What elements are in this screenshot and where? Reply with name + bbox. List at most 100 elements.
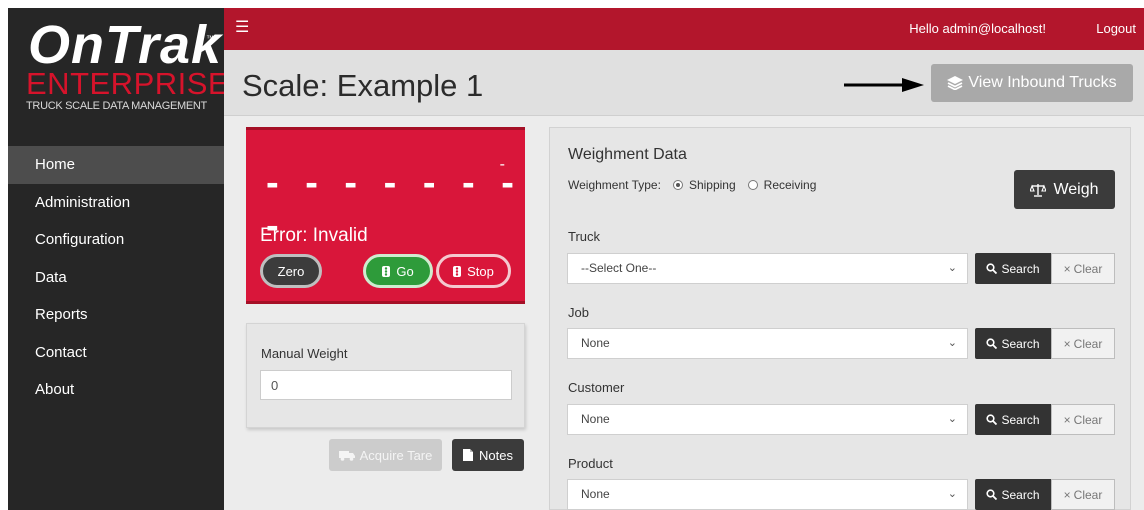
- sidebar-item-label: Administration: [35, 193, 131, 211]
- weighment-type-label: Weighment Type:: [568, 178, 661, 192]
- zero-button[interactable]: Zero: [260, 254, 322, 288]
- manual-weight-label: Manual Weight: [261, 346, 348, 361]
- sidebar-item-configuration[interactable]: Configuration: [8, 221, 224, 259]
- top-bar: ☰ Hello admin@localhost! Logout: [224, 8, 1144, 50]
- go-label: Go: [396, 263, 414, 279]
- job-clear-button[interactable]: × Clear: [1051, 328, 1115, 359]
- page-title: Scale: Example 1: [242, 68, 484, 103]
- search-icon: [986, 263, 998, 274]
- layers-icon: [947, 76, 964, 90]
- chevron-down-icon: ⌄: [947, 337, 957, 349]
- acquire-tare-button[interactable]: Acquire Tare: [329, 439, 442, 471]
- sidebar-item-label: Data: [35, 268, 67, 286]
- close-icon: ×: [1063, 261, 1071, 276]
- sidebar-item-administration[interactable]: Administration: [8, 184, 224, 222]
- search-label: Search: [1001, 336, 1040, 351]
- chevron-down-icon: ⌄: [947, 413, 957, 425]
- clear-label: Clear: [1073, 261, 1103, 276]
- product-label: Product: [568, 456, 613, 471]
- sidebar-nav: Home Administration Configuration Data R…: [8, 146, 224, 409]
- view-inbound-trucks-button[interactable]: View Inbound Trucks: [931, 64, 1133, 102]
- scale-balance-icon: [1030, 183, 1047, 197]
- search-icon: [986, 414, 998, 425]
- sidebar-item-contact[interactable]: Contact: [8, 334, 224, 372]
- manual-weight-input[interactable]: [260, 370, 512, 400]
- notes-label: Notes: [479, 447, 513, 463]
- product-search-button[interactable]: Search: [975, 479, 1051, 510]
- chevron-down-icon: ⌄: [947, 262, 957, 274]
- clear-label: Clear: [1073, 487, 1103, 502]
- stop-button[interactable]: Stop: [436, 254, 511, 288]
- clear-label: Clear: [1073, 336, 1103, 351]
- sidebar-item-data[interactable]: Data: [8, 259, 224, 297]
- sidebar-item-label: Home: [35, 156, 76, 173]
- weighment-title: Weighment Data: [568, 146, 687, 163]
- truck-search-button[interactable]: Search: [975, 253, 1051, 284]
- title-bar: Scale: Example 1 View Inbound Trucks: [224, 50, 1144, 116]
- radio-shipping[interactable]: [672, 180, 683, 190]
- product-clear-button[interactable]: × Clear: [1051, 479, 1115, 510]
- sidebar: OnTrak ™ ENTERPRISE TRUCK SCALE DATA MAN…: [8, 8, 229, 510]
- sidebar-item-home[interactable]: Home: [8, 146, 224, 184]
- weigh-label: Weigh: [1053, 180, 1099, 198]
- chevron-down-icon: ⌄: [947, 488, 957, 500]
- logo-enterprise: ENTERPRISE: [26, 66, 230, 101]
- customer-search-button[interactable]: Search: [975, 404, 1051, 435]
- search-label: Search: [1001, 487, 1040, 502]
- weighment-type-group: Weighment Type: Shipping Receiving: [568, 178, 816, 192]
- arrow-right-icon: [844, 78, 924, 92]
- job-label: Job: [568, 305, 589, 320]
- close-icon: ×: [1063, 336, 1071, 351]
- hamburger-icon[interactable]: ☰: [235, 17, 249, 37]
- weigh-button[interactable]: Weigh: [1014, 170, 1115, 209]
- truck-clear-button[interactable]: × Clear: [1051, 253, 1115, 284]
- customer-select-value: None: [581, 412, 610, 426]
- logout-link[interactable]: Logout: [1096, 21, 1136, 36]
- shipping-label: Shipping: [688, 178, 736, 192]
- job-select[interactable]: None ⌄: [567, 328, 968, 359]
- sidebar-item-label: Reports: [35, 306, 88, 323]
- clear-label: Clear: [1073, 412, 1103, 427]
- sidebar-item-label: Contact: [35, 343, 87, 361]
- customer-select[interactable]: None ⌄: [567, 404, 968, 435]
- search-label: Search: [1001, 412, 1040, 427]
- truck-icon: [338, 450, 355, 461]
- user-greeting: Hello admin@localhost!: [909, 21, 1046, 36]
- close-icon: ×: [1063, 487, 1071, 502]
- customer-label: Customer: [568, 380, 625, 395]
- acquire-tare-label: Acquire Tare: [359, 447, 433, 463]
- app-window: OnTrak ™ ENTERPRISE TRUCK SCALE DATA MAN…: [8, 8, 1144, 510]
- close-icon: ×: [1063, 412, 1071, 427]
- manual-weight-panel: Manual Weight: [246, 323, 525, 428]
- scale-status: Error: Invalid: [260, 225, 368, 246]
- job-select-value: None: [581, 336, 610, 350]
- view-inbound-trucks-label: View Inbound Trucks: [968, 74, 1117, 91]
- search-icon: [986, 338, 998, 349]
- receiving-label: Receiving: [763, 178, 817, 192]
- zero-label: Zero: [277, 263, 305, 279]
- sidebar-item-about[interactable]: About: [8, 371, 224, 409]
- sidebar-item-reports[interactable]: Reports: [8, 296, 224, 334]
- go-button[interactable]: Go: [363, 254, 433, 288]
- search-icon: [986, 489, 998, 500]
- weighment-data-panel: Weighment Data Weighment Type: Shipping …: [549, 127, 1131, 510]
- sidebar-item-label: Configuration: [35, 231, 125, 248]
- customer-clear-button[interactable]: × Clear: [1051, 404, 1115, 435]
- search-label: Search: [1001, 261, 1040, 276]
- scale-display: - - - - - - - - - Error: Invalid Zero Go…: [246, 127, 525, 304]
- radio-receiving[interactable]: [747, 180, 758, 190]
- product-select[interactable]: None ⌄: [567, 479, 968, 510]
- notes-button[interactable]: Notes: [452, 439, 524, 471]
- stop-label: Stop: [467, 263, 494, 279]
- logo-tagline: TRUCK SCALE DATA MANAGEMENT: [26, 100, 207, 112]
- logo-trademark: ™: [206, 34, 214, 43]
- product-select-value: None: [581, 487, 610, 501]
- file-icon: [463, 449, 474, 461]
- truck-label: Truck: [568, 229, 601, 244]
- job-search-button[interactable]: Search: [975, 328, 1051, 359]
- sidebar-item-label: About: [35, 381, 75, 398]
- traffic-light-icon: [453, 265, 462, 277]
- traffic-light-icon: [382, 265, 391, 277]
- ontrak-logo: OnTrak ™ ENTERPRISE TRUCK SCALE DATA MAN…: [8, 8, 229, 138]
- truck-select[interactable]: --Select One-- ⌄: [567, 253, 968, 284]
